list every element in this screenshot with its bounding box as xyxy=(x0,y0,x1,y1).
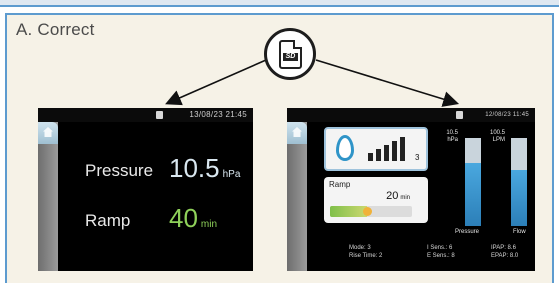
pressure-value-group: 10.5 hPa xyxy=(169,153,240,184)
sd-card-icon: SD xyxy=(279,40,302,69)
pressure-unit: hPa xyxy=(222,169,241,180)
home-icon xyxy=(292,127,302,137)
device-screen-simple: 13/08/23 21:45 Pressure 10.5 hPa Ramp 40 m… xyxy=(38,108,253,271)
status-bar: 13/08/23 21:45 xyxy=(38,108,253,122)
arrow-left xyxy=(165,59,267,106)
flow-gauge-fill xyxy=(511,169,527,226)
status-bar: 12/08/23 11:45 xyxy=(287,108,535,122)
ramp-card[interactable]: Ramp 20 min xyxy=(324,177,428,223)
humidity-bar xyxy=(368,153,373,161)
humidity-level: 3 xyxy=(415,153,420,162)
flow-gauge-readout: 100.5 LPM xyxy=(483,130,505,144)
sd-status-icon xyxy=(456,111,463,119)
footer-epap: EPAP: 8.0 xyxy=(491,253,519,259)
sd-card-callout: SD xyxy=(264,28,316,80)
flow-gauge xyxy=(511,138,527,226)
footer-i-sens: I Sens.: 6 xyxy=(427,245,453,251)
pressure-gauge-label: Pressure xyxy=(455,229,480,235)
side-rail xyxy=(287,122,307,271)
footer-col-2: I Sens.: 6 E Sens.: 8 xyxy=(427,244,455,260)
footer-rise-time: Rise Time: 2 xyxy=(349,253,383,259)
ramp-progress-fill xyxy=(330,206,367,217)
side-rail xyxy=(38,122,58,271)
flow-gauge-label: Flow xyxy=(513,229,526,235)
home-button[interactable] xyxy=(38,122,58,144)
sd-card-label: SD xyxy=(283,53,298,61)
footer-mode: Mode: 3 xyxy=(349,245,371,251)
humidity-card[interactable]: 3 xyxy=(324,127,428,171)
ramp-unit: min xyxy=(400,195,410,201)
humidity-bar xyxy=(400,137,405,161)
status-datetime: 13/08/23 21:45 xyxy=(189,110,247,119)
water-drop-icon xyxy=(336,135,354,161)
arrow-right xyxy=(315,59,460,107)
device-screen-detailed: 12/08/23 11:45 3 Ramp 20 min 10.5 hPa Pr… xyxy=(287,108,535,271)
status-datetime: 12/08/23 11:45 xyxy=(485,112,529,118)
pressure-value: 10.5 xyxy=(169,153,220,183)
ramp-label: Ramp xyxy=(85,211,131,230)
footer-e-sens: E Sens.: 8 xyxy=(427,253,455,259)
humidity-bar xyxy=(392,141,397,161)
humidity-bar xyxy=(376,149,381,161)
home-button[interactable] xyxy=(287,122,307,144)
flow-gauge-value: 100.5 xyxy=(489,130,505,136)
ramp-value-group: 20 min xyxy=(386,190,410,202)
figure-frame: A. Correct SD 13/08/23 21:45 Pressure 10… xyxy=(0,0,559,283)
humidity-bar xyxy=(384,145,389,161)
ramp-value: 40 xyxy=(169,203,198,233)
pressure-label: Pressure xyxy=(85,161,154,180)
pressure-gauge-readout: 10.5 hPa xyxy=(438,130,458,144)
pressure-gauge-unit: hPa xyxy=(447,137,458,143)
ramp-value: 20 xyxy=(386,190,399,202)
footer-ipap: IPAP: 8.6 xyxy=(491,245,516,251)
ramp-progress-track xyxy=(330,206,412,217)
home-icon xyxy=(43,127,53,137)
pressure-gauge-value: 10.5 xyxy=(446,130,458,136)
pressure-gauge-fill xyxy=(465,162,481,226)
ramp-unit: min xyxy=(200,219,218,230)
ramp-value-group: 40 min xyxy=(169,203,217,234)
ramp-progress-knob xyxy=(362,207,372,216)
pressure-gauge xyxy=(465,138,481,226)
ramp-label: Ramp xyxy=(329,180,351,189)
flow-gauge-unit: LPM xyxy=(492,137,505,143)
sd-status-icon xyxy=(156,111,163,119)
footer-col-1: Mode: 3 Rise Time: 2 xyxy=(349,244,382,260)
footer-col-3: IPAP: 8.6 EPAP: 8.0 xyxy=(491,244,518,260)
